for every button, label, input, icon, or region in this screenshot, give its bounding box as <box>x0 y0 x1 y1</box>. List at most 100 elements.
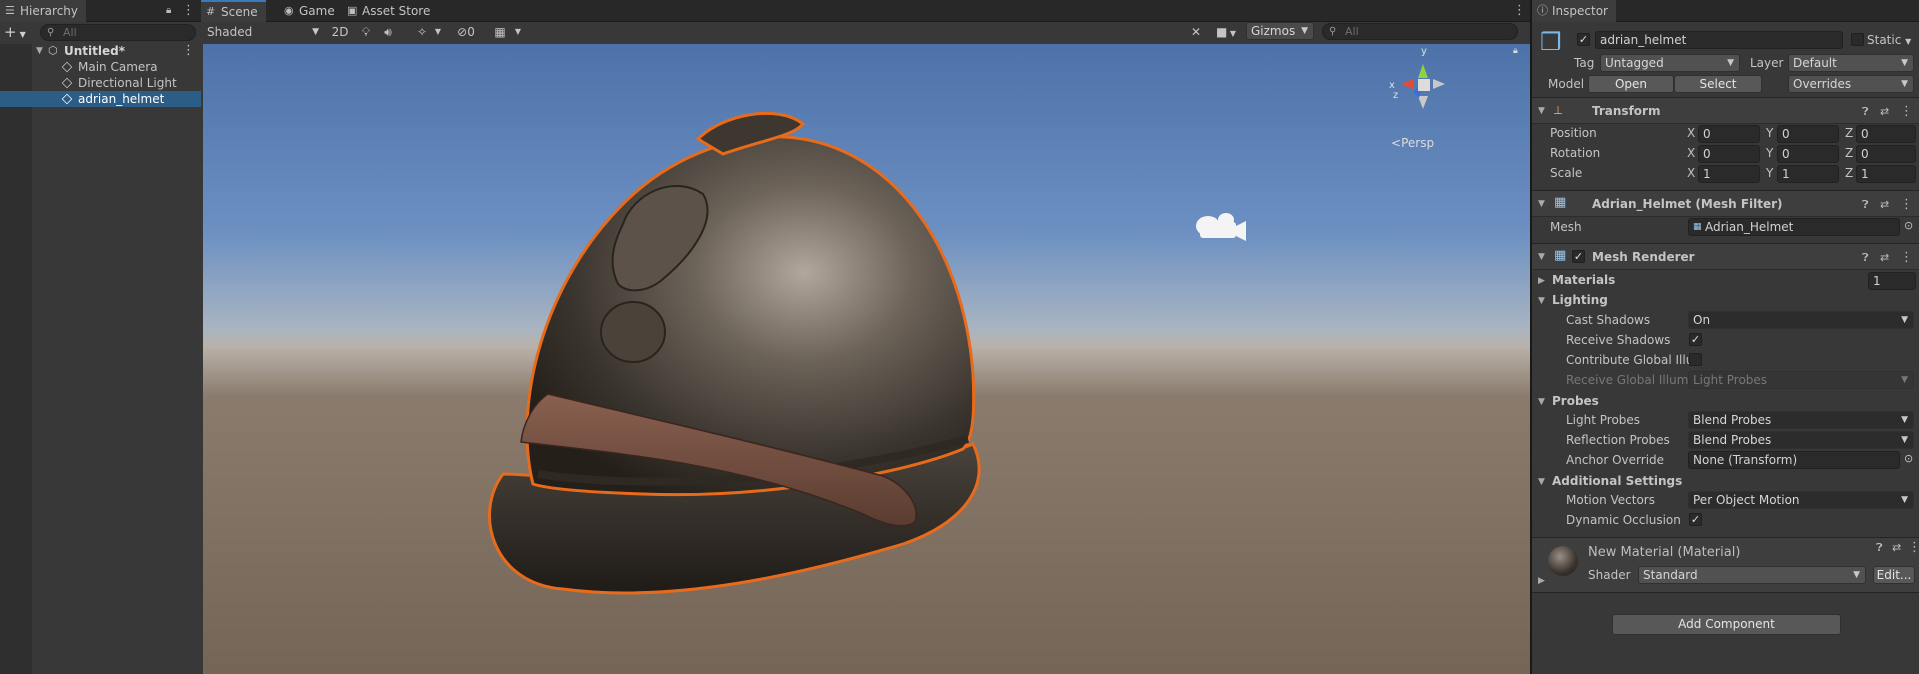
light-probes-dropdown[interactable]: Blend Probes ▼ <box>1688 411 1914 429</box>
orientation-gizmo[interactable]: y x z <box>1383 44 1463 134</box>
hierarchy-item-directional-light[interactable]: Directional Light <box>0 75 201 91</box>
object-picker-icon[interactable]: ⊙ <box>1904 452 1913 465</box>
layer-dropdown[interactable]: Default ▼ <box>1788 54 1914 72</box>
scene-viewport[interactable]: y x z 🔒︎ <Persp <box>203 44 1530 674</box>
mesh-renderer-enabled-checkbox[interactable]: ✓ <box>1572 250 1585 263</box>
scale-y-field[interactable]: 1 <box>1777 165 1839 183</box>
tools-icon[interactable]: ✕ <box>1187 23 1205 41</box>
preset-icon[interactable]: ⇄ <box>1880 244 1889 271</box>
tag-value: Untagged <box>1605 56 1664 70</box>
help-icon[interactable]: ❓︎ <box>1862 244 1869 271</box>
cast-shadows-dropdown[interactable]: On ▼ <box>1688 311 1914 329</box>
scene-menu-icon[interactable]: ⋮ <box>182 43 195 59</box>
effects-dropdown-icon[interactable]: ▼ <box>433 23 443 41</box>
lock-icon[interactable]: 🔒︎ <box>1513 46 1518 56</box>
camera-settings-icon[interactable]: ■ ▼ <box>1211 23 1241 41</box>
dynamic-occlusion-checkbox[interactable]: ✓ <box>1689 513 1702 526</box>
audio-toggle-icon[interactable]: 🔊︎ <box>379 23 397 41</box>
scene-root-row[interactable]: ▼ ⬡ Untitled* ⋮ <box>0 43 201 59</box>
rotation-y-field[interactable]: 0 <box>1777 145 1839 163</box>
help-icon[interactable]: ❓︎ <box>1862 191 1869 218</box>
shading-mode-dropdown[interactable]: Shaded ▼ <box>205 23 323 41</box>
static-dropdown[interactable]: Static ▼ <box>1867 33 1911 47</box>
tab-hierarchy[interactable]: ☰ Hierarchy <box>0 0 87 22</box>
motion-vectors-dropdown[interactable]: Per Object Motion ▼ <box>1688 491 1914 509</box>
transform-header[interactable]: ▼ ⟂ Transform ❓︎ ⇄ ⋮ <box>1532 97 1919 124</box>
expand-arrow-icon[interactable]: ▶ <box>1538 276 1545 286</box>
shader-dropdown[interactable]: Standard ▼ <box>1638 566 1866 584</box>
axis-gizmo-icon <box>1401 64 1445 109</box>
tab-scene[interactable]: # Scene <box>201 0 266 22</box>
expand-arrow-icon[interactable]: ▼ <box>36 43 43 59</box>
preset-icon[interactable]: ⇄ <box>1892 538 1901 558</box>
collapse-arrow-icon[interactable]: ▼ <box>1538 477 1545 487</box>
materials-count-field[interactable]: 1 <box>1868 272 1916 290</box>
position-z-field[interactable]: 0 <box>1856 125 1916 143</box>
preset-icon[interactable]: ⇄ <box>1880 98 1889 125</box>
scene-menu-icon[interactable]: ⋮ <box>1513 0 1526 22</box>
lighting-toggle-icon[interactable]: 💡︎ <box>357 23 375 41</box>
tab-inspector[interactable]: ⓘ Inspector <box>1532 0 1616 22</box>
active-checkbox[interactable]: ✓ <box>1577 33 1590 46</box>
prefab-icon <box>61 93 73 105</box>
projection-toggle[interactable]: <Persp <box>1391 136 1434 150</box>
mesh-renderer-header[interactable]: ▼ ▦ ✓ Mesh Renderer ❓︎ ⇄ ⋮ <box>1532 243 1919 270</box>
hierarchy-item-adrian-helmet[interactable]: adrian_helmet <box>0 91 201 107</box>
mesh-filter-header[interactable]: ▼ ▦ Adrian_Helmet (Mesh Filter) ❓︎ ⇄ ⋮ <box>1532 190 1919 217</box>
reflection-probes-dropdown[interactable]: Blend Probes ▼ <box>1688 431 1914 449</box>
receive-shadows-checkbox[interactable]: ✓ <box>1689 333 1702 346</box>
collapse-arrow-icon[interactable]: ▼ <box>1538 296 1545 306</box>
grid-dropdown-icon[interactable]: ▼ <box>513 23 523 41</box>
collapse-arrow-icon[interactable]: ▼ <box>1538 252 1545 262</box>
select-button[interactable]: Select <box>1674 75 1762 93</box>
component-menu-icon[interactable]: ⋮ <box>1908 538 1919 558</box>
open-button[interactable]: Open <box>1588 75 1674 93</box>
hierarchy-search-input[interactable]: ⚲ All <box>40 24 196 41</box>
component-menu-icon[interactable]: ⋮ <box>1900 98 1913 125</box>
component-menu-icon[interactable]: ⋮ <box>1900 191 1913 218</box>
anchor-override-field[interactable]: None (Transform) <box>1688 451 1900 469</box>
static-checkbox[interactable] <box>1851 33 1864 46</box>
search-placeholder: All <box>63 26 77 39</box>
hierarchy-item-main-camera[interactable]: Main Camera <box>0 59 201 75</box>
mesh-object-field[interactable]: ▦ Adrian_Helmet <box>1688 218 1900 236</box>
scale-x-field[interactable]: 1 <box>1698 165 1760 183</box>
rotation-z-field[interactable]: 0 <box>1856 145 1916 163</box>
effects-toggle-icon[interactable]: ✧ <box>413 23 431 41</box>
chevron-down-icon: ▼ <box>1901 415 1908 425</box>
preset-icon[interactable]: ⇄ <box>1880 191 1889 218</box>
add-component-button[interactable]: Add Component <box>1612 614 1841 635</box>
object-picker-icon[interactable]: ⊙ <box>1904 219 1913 232</box>
help-icon[interactable]: ❓︎ <box>1876 538 1883 558</box>
position-x-field[interactable]: 0 <box>1698 125 1760 143</box>
scale-z-field[interactable]: 1 <box>1856 165 1916 183</box>
tab-game[interactable]: ◉ Game <box>279 0 343 22</box>
edit-shader-button[interactable]: Edit... <box>1873 566 1915 584</box>
grid-toggle-icon[interactable]: ▦ <box>491 23 509 41</box>
expand-arrow-icon[interactable]: ▶ <box>1538 576 1545 586</box>
tag-dropdown[interactable]: Untagged ▼ <box>1600 54 1740 72</box>
rotation-x-field[interactable]: 0 <box>1698 145 1760 163</box>
toggle-2d-button[interactable]: 2D <box>328 23 352 41</box>
collapse-arrow-icon[interactable]: ▼ <box>1538 106 1545 116</box>
scene-search-input[interactable]: ⚲ All <box>1322 23 1518 40</box>
add-object-button[interactable]: + ▼ <box>4 23 34 41</box>
tab-asset-store[interactable]: ▣ Asset Store <box>342 0 438 22</box>
collapse-arrow-icon[interactable]: ▼ <box>1538 199 1545 209</box>
object-name-field[interactable]: adrian_helmet <box>1595 31 1843 49</box>
helmet-model[interactable] <box>203 44 1530 674</box>
prefab-model-icon: ❒ <box>1540 28 1562 56</box>
hidden-objects-toggle[interactable]: ⊘0 <box>449 23 483 41</box>
help-icon[interactable]: ❓︎ <box>1862 98 1869 125</box>
collapse-arrow-icon[interactable]: ▼ <box>1538 397 1545 407</box>
overrides-dropdown[interactable]: Overrides ▼ <box>1788 75 1914 93</box>
z-label: Z <box>1845 126 1854 140</box>
x-label: X <box>1687 126 1696 140</box>
contribute-gi-checkbox[interactable] <box>1689 353 1702 366</box>
gizmos-dropdown[interactable]: Gizmos ▼ <box>1246 22 1314 40</box>
component-menu-icon[interactable]: ⋮ <box>1900 244 1913 271</box>
lock-icon[interactable]: 🔒︎ <box>166 0 171 22</box>
position-y-field[interactable]: 0 <box>1777 125 1839 143</box>
camera-gizmo-icon[interactable] <box>1196 213 1246 241</box>
hierarchy-menu-icon[interactable]: ⋮ <box>182 0 195 22</box>
